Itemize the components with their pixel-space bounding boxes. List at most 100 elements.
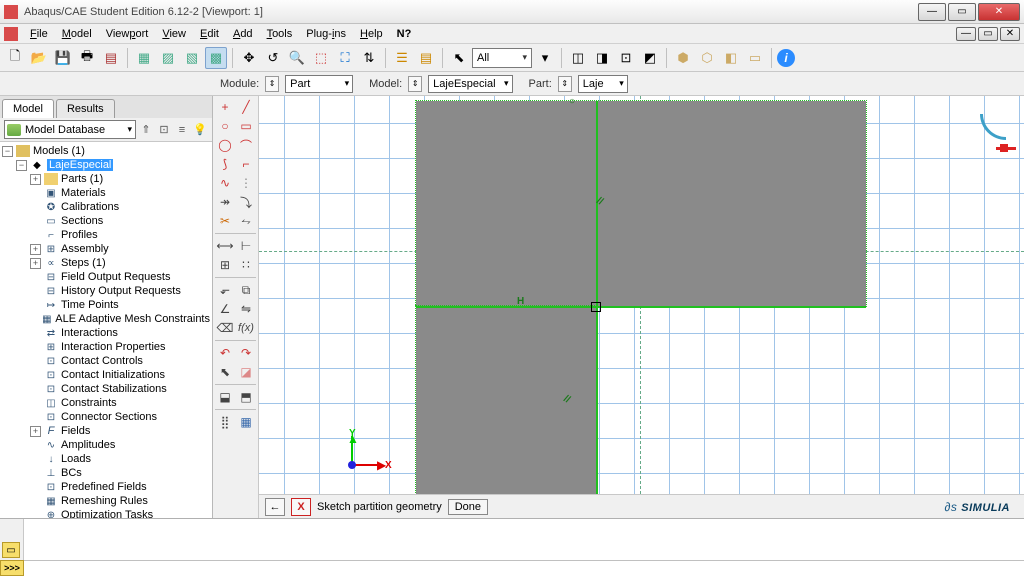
tree-amplitudes[interactable]: Amplitudes: [61, 439, 115, 451]
db-config-icon[interactable]: ≡: [174, 122, 190, 138]
mirror-tool-icon[interactable]: ⇋: [236, 300, 256, 318]
zoom-box-button[interactable]: ⬚: [310, 47, 332, 69]
tree-optimization[interactable]: Optimization Tasks: [61, 509, 153, 518]
new-button[interactable]: 🗋: [4, 47, 26, 69]
circle-tool-icon[interactable]: ○: [215, 117, 235, 135]
save-button[interactable]: 💾: [52, 47, 74, 69]
cli-input[interactable]: [24, 560, 1024, 576]
hdim-tool-icon[interactable]: ⟷: [215, 237, 235, 255]
selection-filter-dropdown[interactable]: All: [472, 48, 532, 68]
zoom-button[interactable]: 🔍: [286, 47, 308, 69]
db-tip-icon[interactable]: 💡: [192, 122, 208, 138]
copy-tool-icon[interactable]: ⧉: [236, 281, 256, 299]
render-shaded-icon[interactable]: ▧: [181, 47, 203, 69]
mdi-minimize-button[interactable]: ―: [956, 27, 976, 41]
mdi-close-button[interactable]: ✕: [1000, 27, 1020, 41]
redo-tool-icon[interactable]: ↷: [236, 344, 256, 362]
expand-toggle[interactable]: −: [16, 160, 27, 171]
back-button[interactable]: ←: [265, 498, 285, 516]
sel-mode4-icon[interactable]: ◩: [639, 47, 661, 69]
tree-remesh[interactable]: Remeshing Rules: [61, 495, 148, 507]
load-sketch-icon[interactable]: ⬒: [236, 388, 256, 406]
tree-history-output[interactable]: History Output Requests: [61, 285, 181, 297]
ellipse-tool-icon[interactable]: ◯: [215, 136, 235, 154]
cycle-view-button[interactable]: ⇅: [358, 47, 380, 69]
database-icon[interactable]: ▤: [100, 47, 122, 69]
tree-constraints[interactable]: Constraints: [61, 397, 117, 409]
offset-tool-icon[interactable]: ↠: [215, 193, 235, 211]
point-tool-icon[interactable]: +: [215, 98, 235, 116]
move-tool-icon[interactable]: ⬐: [215, 281, 235, 299]
iso1-icon[interactable]: ⬢: [672, 47, 694, 69]
db-copy-icon[interactable]: ⊡: [156, 122, 172, 138]
cancel-button[interactable]: X: [291, 498, 311, 516]
geometry-edge[interactable]: [596, 101, 598, 494]
fit-button[interactable]: ⛶: [334, 47, 356, 69]
model-tree[interactable]: −Models (1) −◆LajeEspecial +Parts (1) ▣M…: [0, 142, 212, 518]
minimize-button[interactable]: ―: [918, 3, 946, 21]
tree-materials[interactable]: Materials: [61, 187, 106, 199]
select-toggle-icon[interactable]: ▾: [534, 47, 556, 69]
part-step-button[interactable]: ⇕: [558, 76, 572, 92]
tree-model-item[interactable]: LajeEspecial: [47, 159, 113, 171]
tree-contact-controls[interactable]: Contact Controls: [61, 355, 143, 367]
tree-fields[interactable]: Fields: [61, 425, 90, 437]
expand-toggle[interactable]: +: [30, 426, 41, 437]
menu-viewport[interactable]: Viewport: [100, 26, 155, 42]
module-step-button[interactable]: ⇕: [265, 76, 279, 92]
project-tool-icon[interactable]: ⤵: [236, 193, 256, 211]
tree-contact-stab[interactable]: Contact Stabilizations: [61, 383, 167, 395]
tab-model[interactable]: Model: [2, 99, 54, 118]
close-button[interactable]: ✕: [978, 3, 1020, 21]
tab-results[interactable]: Results: [56, 99, 115, 118]
menu-file[interactable]: File: [24, 26, 54, 42]
menu-edit[interactable]: Edit: [194, 26, 225, 42]
tree-calibrations[interactable]: Calibrations: [61, 201, 119, 213]
tree-profiles[interactable]: Profiles: [61, 229, 98, 241]
trim-tool-icon[interactable]: ✂: [215, 212, 235, 230]
menu-add[interactable]: Add: [227, 26, 259, 42]
model-dropdown[interactable]: LajeEspecial: [428, 75, 512, 93]
tree-assembly[interactable]: Assembly: [61, 243, 109, 255]
db-up-icon[interactable]: ⇑: [138, 122, 154, 138]
tree-sections[interactable]: Sections: [61, 215, 103, 227]
iso2-icon[interactable]: ⬡: [696, 47, 718, 69]
sel-mode1-icon[interactable]: ◫: [567, 47, 589, 69]
tree-predefined[interactable]: Predefined Fields: [61, 481, 147, 493]
dots-tool-icon[interactable]: ∷: [236, 256, 256, 274]
rect-tool-icon[interactable]: ▭: [236, 117, 256, 135]
render-shaded-edges-icon[interactable]: ▩: [205, 47, 227, 69]
info-icon[interactable]: i: [777, 49, 795, 67]
save-sketch-icon[interactable]: ⬓: [215, 388, 235, 406]
arc3p-tool-icon[interactable]: ⟆: [215, 155, 235, 173]
tree-steps[interactable]: Steps (1): [61, 257, 106, 269]
expand-toggle[interactable]: +: [30, 244, 41, 255]
message-tab-icon[interactable]: ▭: [2, 542, 20, 558]
cursor-tool-icon[interactable]: ⬉: [215, 363, 235, 381]
tree-interactions[interactable]: Interactions: [61, 327, 118, 339]
iso3-icon[interactable]: ◧: [720, 47, 742, 69]
construction-tool-icon[interactable]: ⋮: [236, 174, 256, 192]
select-button[interactable]: ⬉: [448, 47, 470, 69]
expand-toggle[interactable]: −: [2, 146, 13, 157]
render-wire-icon[interactable]: ▦: [133, 47, 155, 69]
expand-toggle[interactable]: +: [30, 258, 41, 269]
menu-plugins[interactable]: Plug-ins: [300, 26, 352, 42]
tree-bcs[interactable]: BCs: [61, 467, 82, 479]
grid-tool-icon[interactable]: ⊞: [215, 256, 235, 274]
tree-loads[interactable]: Loads: [61, 453, 91, 465]
mdi-restore-button[interactable]: ▭: [978, 27, 998, 41]
spline-tool-icon[interactable]: ∿: [215, 174, 235, 192]
tree-contact-init[interactable]: Contact Initializations: [61, 369, 165, 381]
sel-mode2-icon[interactable]: ◨: [591, 47, 613, 69]
erase-tool-icon[interactable]: ◪: [236, 363, 256, 381]
delete-tool-icon[interactable]: ⌫: [215, 319, 235, 337]
sel-mode3-icon[interactable]: ⊡: [615, 47, 637, 69]
tree-connector-sections[interactable]: Connector Sections: [61, 411, 157, 423]
orientation-triad[interactable]: [970, 114, 1006, 150]
view1-icon[interactable]: ☰: [391, 47, 413, 69]
tree-time-points[interactable]: Time Points: [61, 299, 119, 311]
menu-help[interactable]: Help: [354, 26, 389, 42]
arc-tool-icon[interactable]: ⌒: [236, 136, 256, 154]
tree-ale[interactable]: ALE Adaptive Mesh Constraints: [55, 313, 210, 325]
